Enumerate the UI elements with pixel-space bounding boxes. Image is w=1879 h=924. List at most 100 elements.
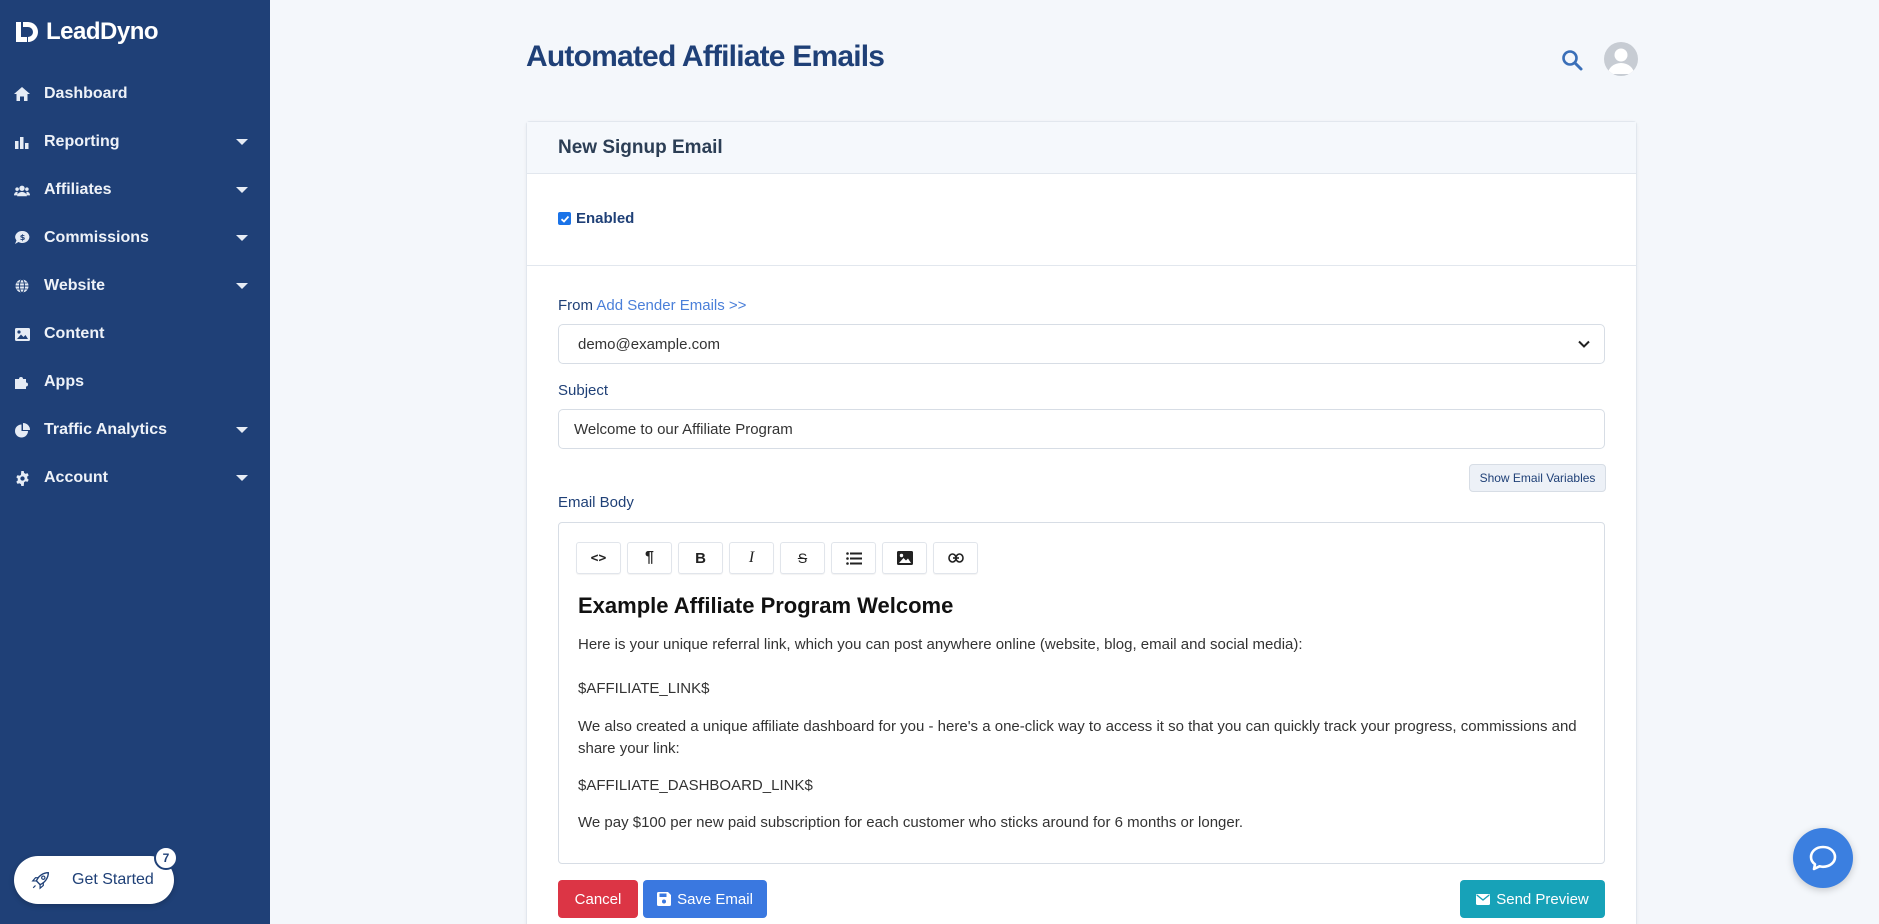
chat-bubble-icon	[1809, 845, 1837, 871]
sidebar-item-reporting[interactable]: Reporting	[0, 118, 270, 166]
email-body-label: Email Body	[558, 494, 634, 511]
sidebar-item-label: Reporting	[44, 133, 120, 150]
insert-image-button[interactable]	[882, 542, 927, 574]
list-icon	[845, 551, 862, 565]
chevron-down-icon	[236, 283, 248, 289]
enabled-label: Enabled	[576, 210, 635, 227]
app-logo[interactable]: LeadDyno	[14, 18, 159, 46]
envelope-icon	[1476, 893, 1491, 905]
search-icon	[1562, 50, 1583, 71]
code-icon: <>	[590, 550, 607, 566]
sidebar-item-commissions[interactable]: $ Commissions	[0, 214, 270, 262]
paragraph-button[interactable]: ¶	[627, 542, 672, 574]
sidebar-item-content[interactable]: Content	[0, 310, 270, 358]
leaddyno-logo-icon	[16, 22, 38, 42]
home-icon	[14, 86, 30, 102]
link-icon	[947, 553, 964, 563]
cancel-button[interactable]: Cancel	[558, 880, 638, 918]
card-title: New Signup Email	[558, 136, 723, 158]
enabled-row: Enabled	[527, 174, 1636, 266]
sidebar-item-label: Apps	[44, 373, 84, 390]
avatar[interactable]	[1604, 42, 1638, 76]
chevron-down-icon	[1578, 340, 1590, 348]
email-form: From Add Sender Emails >> demo@example.c…	[527, 297, 1636, 918]
chevron-down-icon	[236, 139, 248, 145]
form-actions: Cancel Save Email Send Preview	[558, 880, 1605, 918]
pie-chart-icon	[14, 422, 30, 438]
sidebar-item-label: Dashboard	[44, 85, 128, 102]
save-email-button-label: Save Email	[677, 890, 753, 908]
send-preview-button[interactable]: Send Preview	[1460, 880, 1605, 918]
from-label: From Add Sender Emails >>	[558, 297, 1605, 314]
sidebar-item-label: Commissions	[44, 229, 149, 246]
email-paragraph: $AFFILIATE_DASHBOARD_LINK$	[578, 777, 813, 794]
get-started-button[interactable]: Get Started 7	[14, 846, 178, 904]
sidebar: LeadDyno Dashboard Reporting Affiliates …	[0, 0, 270, 924]
email-card: New Signup Email Enabled From Add Sender…	[526, 121, 1637, 924]
send-preview-button-label: Send Preview	[1496, 890, 1589, 908]
page-title: Automated Affiliate Emails	[526, 40, 885, 73]
sidebar-item-affiliates[interactable]: Affiliates	[0, 166, 270, 214]
italic-button[interactable]: I	[729, 542, 774, 574]
checkmark-icon	[560, 215, 569, 223]
user-avatar-icon	[1608, 48, 1634, 74]
globe-icon	[14, 278, 30, 294]
sidebar-item-account[interactable]: Account	[0, 454, 270, 502]
sidebar-item-label: Affiliates	[44, 181, 112, 198]
strikethrough-icon: S	[797, 550, 808, 566]
sidebar-item-website[interactable]: Website	[0, 262, 270, 310]
editor-toolbar: <> ¶ B I S	[576, 542, 978, 574]
email-paragraph: We also created a unique affiliate dashb…	[578, 718, 1577, 757]
show-email-variables-button[interactable]: Show Email Variables	[1469, 464, 1606, 492]
sidebar-item-apps[interactable]: Apps	[0, 358, 270, 406]
money-chat-icon: $	[14, 230, 30, 246]
from-select-value: demo@example.com	[578, 335, 720, 353]
code-view-button[interactable]: <>	[576, 542, 621, 574]
puzzle-icon	[14, 374, 30, 390]
email-paragraph: Here is your unique referral link, which…	[578, 636, 1303, 653]
list-button[interactable]	[831, 542, 876, 574]
email-paragraph: $AFFILIATE_LINK$	[578, 680, 710, 697]
bold-icon: B	[695, 549, 706, 567]
help-chat-button[interactable]	[1793, 828, 1853, 888]
strikethrough-button[interactable]: S	[780, 542, 825, 574]
search-button[interactable]	[1560, 48, 1584, 72]
sidebar-nav: Dashboard Reporting Affiliates $ Commiss…	[0, 70, 270, 502]
save-icon	[657, 892, 672, 906]
image-icon	[896, 551, 913, 565]
chevron-down-icon	[236, 187, 248, 193]
cancel-button-label: Cancel	[574, 890, 622, 908]
subject-input[interactable]: Welcome to our Affiliate Program	[558, 409, 1605, 449]
sidebar-item-traffic-analytics[interactable]: Traffic Analytics	[0, 406, 270, 454]
save-email-button[interactable]: Save Email	[643, 880, 767, 918]
get-started-badge: 7	[154, 846, 178, 870]
sidebar-item-label: Website	[44, 277, 106, 294]
email-heading: Example Affiliate Program Welcome	[578, 593, 954, 618]
email-body-editor[interactable]: <> ¶ B I S Example Affiliate Program Wel…	[558, 522, 1605, 864]
add-sender-emails-link[interactable]: Add Sender Emails >>	[596, 297, 746, 314]
sidebar-item-label: Content	[44, 325, 105, 342]
svg-text:$: $	[19, 233, 25, 242]
bold-button[interactable]: B	[678, 542, 723, 574]
enabled-checkbox[interactable]	[558, 212, 571, 225]
subject-field-group: Subject Welcome to our Affiliate Program	[558, 382, 1605, 449]
bar-chart-icon	[14, 134, 30, 150]
users-icon	[14, 182, 30, 198]
from-field-group: From Add Sender Emails >> demo@example.c…	[558, 297, 1605, 364]
subject-label: Subject	[558, 382, 609, 399]
paragraph-icon: ¶	[645, 549, 654, 566]
sidebar-item-label: Account	[44, 469, 108, 486]
chevron-down-icon	[236, 475, 248, 481]
chevron-down-icon	[236, 427, 248, 433]
from-label-text: From	[558, 297, 593, 314]
chevron-down-icon	[236, 235, 248, 241]
sidebar-item-dashboard[interactable]: Dashboard	[0, 70, 270, 118]
insert-link-button[interactable]	[933, 542, 978, 574]
get-started-label: Get Started	[72, 871, 154, 888]
italic-icon: I	[748, 549, 755, 566]
editor-content[interactable]: Example Affiliate Program Welcome Here i…	[578, 593, 1578, 850]
image-icon	[14, 326, 30, 342]
subject-input-value: Welcome to our Affiliate Program	[574, 420, 793, 438]
email-paragraph: We pay $100 per new paid subscription fo…	[578, 814, 1244, 831]
from-select[interactable]: demo@example.com	[558, 324, 1605, 364]
